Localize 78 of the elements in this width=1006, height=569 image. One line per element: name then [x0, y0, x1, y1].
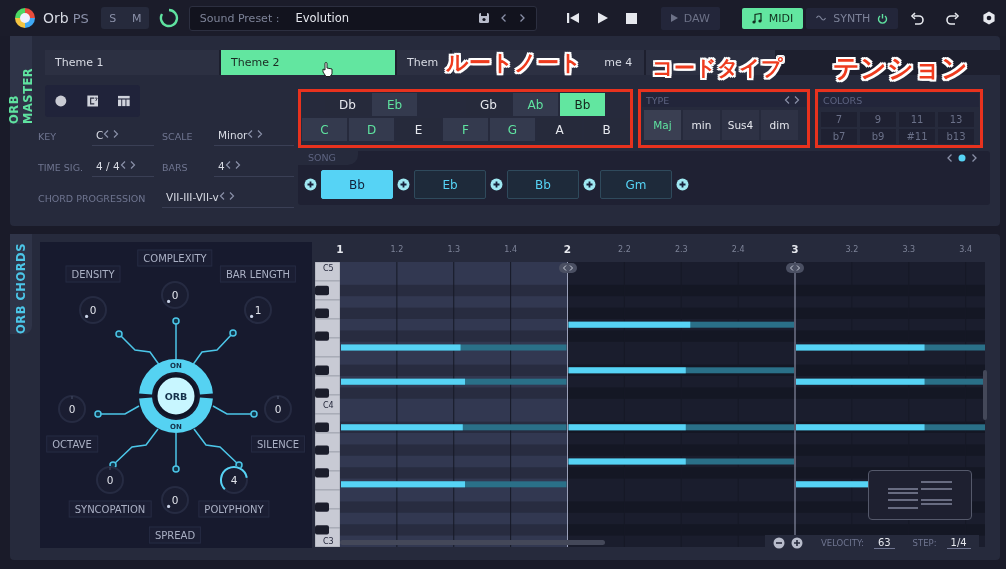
synth-button[interactable]: SYNTH [806, 7, 899, 29]
step-label: STEP: [912, 538, 937, 548]
knob-label: SYNCOPATION [68, 500, 152, 518]
midi-button[interactable]: MIDI [741, 7, 804, 29]
knob[interactable]: 4 [219, 465, 249, 495]
time-marker: 1 [336, 243, 344, 255]
param-select[interactable]: Minor [214, 129, 294, 146]
param-select[interactable]: 4 [214, 160, 294, 177]
note-key[interactable]: Bb [560, 93, 605, 116]
param-select[interactable]: C [92, 129, 154, 146]
velocity-field[interactable]: 63 [873, 537, 895, 549]
song-title: SONG [298, 151, 358, 165]
param-label: KEY [38, 131, 58, 144]
note-key[interactable]: C [302, 118, 347, 141]
knob-label: SILENCE [251, 435, 305, 453]
param-select[interactable]: 4 / 4 [92, 160, 154, 177]
knob-label: DENSITY [65, 265, 121, 283]
knob-label: BAR LENGTH [219, 265, 297, 283]
chord-type-option[interactable]: Maj [644, 110, 681, 140]
panel-title: COLORS [823, 94, 863, 106]
key-label: C3 [323, 536, 334, 546]
param-label: CHORD PROGRESSION [38, 193, 147, 206]
chord-slot[interactable]: Bb [321, 170, 393, 199]
panel-title: TYPE [646, 94, 670, 106]
app-edition: PS [72, 10, 89, 26]
time-marker: 3.4 [959, 245, 972, 254]
step-field[interactable]: 1/4 [946, 537, 971, 549]
knob[interactable]: 0 [57, 394, 87, 424]
key-label: C4 [323, 400, 334, 409]
preset-field[interactable]: Sound Preset : Evolution [188, 5, 537, 31]
time-marker: 2 [563, 243, 572, 255]
section-title: ORB CHORDS [14, 242, 28, 334]
chord-type-option[interactable]: Sus4 [722, 110, 759, 140]
chord-slot[interactable]: Bb [507, 170, 579, 199]
chord-slot[interactable]: Eb [414, 170, 486, 199]
time-marker: 2.2 [618, 245, 631, 254]
time-marker: 3.2 [845, 245, 859, 254]
time-marker: 2.3 [674, 245, 688, 254]
note-key[interactable]: D [349, 118, 394, 141]
knob-label: SPREAD [148, 526, 202, 544]
key-label: C5 [323, 263, 334, 273]
param-select[interactable]: VII-III-VII-v [162, 191, 294, 208]
knob-label: COMPLEXITY [137, 249, 213, 267]
note-key[interactable]: G [490, 118, 535, 141]
knob[interactable]: 0 [160, 485, 190, 515]
knob[interactable]: 0 [95, 465, 125, 495]
preset-label: Sound Preset : [199, 11, 280, 25]
chord-type-option[interactable]: min [683, 110, 720, 140]
chord-type-option[interactable]: dim [761, 110, 798, 140]
knob-label: OCTAVE [46, 435, 98, 453]
orb-label: ORB [164, 390, 188, 402]
velocity-label: VELOCITY: [821, 538, 864, 548]
preset-name: Evolution [295, 11, 351, 25]
param-label: TIME SIG. [38, 162, 84, 175]
chord-slot[interactable]: Gm [600, 170, 672, 199]
time-marker: 1.4 [504, 245, 517, 254]
time-marker: 1.3 [447, 245, 461, 254]
knob[interactable]: 0 [160, 280, 190, 310]
knob-label: POLYPHONY [198, 500, 270, 518]
time-marker: 3 [791, 243, 799, 255]
note-key[interactable]: Eb [372, 93, 417, 116]
param-label: SCALE [162, 131, 194, 144]
section-title: ORB MASTER [7, 66, 35, 124]
note-key[interactable]: Ab [513, 93, 558, 116]
app-name: Orb [43, 10, 69, 26]
theme-tab[interactable]: Theme 2 [221, 50, 397, 75]
time-marker: 1.2 [390, 245, 404, 254]
knob[interactable]: 0 [263, 394, 293, 424]
knob[interactable]: 1 [243, 295, 273, 325]
mode-button[interactable]: S [100, 7, 125, 29]
annotation-label: テンション [833, 55, 968, 81]
mode-button[interactable]: M [124, 7, 149, 29]
annotation-label: コードタイプ [652, 58, 783, 79]
time-marker: 3.3 [902, 245, 916, 254]
time-marker: 2.4 [731, 245, 745, 254]
note-key[interactable]: F [443, 118, 488, 141]
knob[interactable]: 0 [78, 295, 108, 325]
param-label: BARS [162, 162, 189, 175]
